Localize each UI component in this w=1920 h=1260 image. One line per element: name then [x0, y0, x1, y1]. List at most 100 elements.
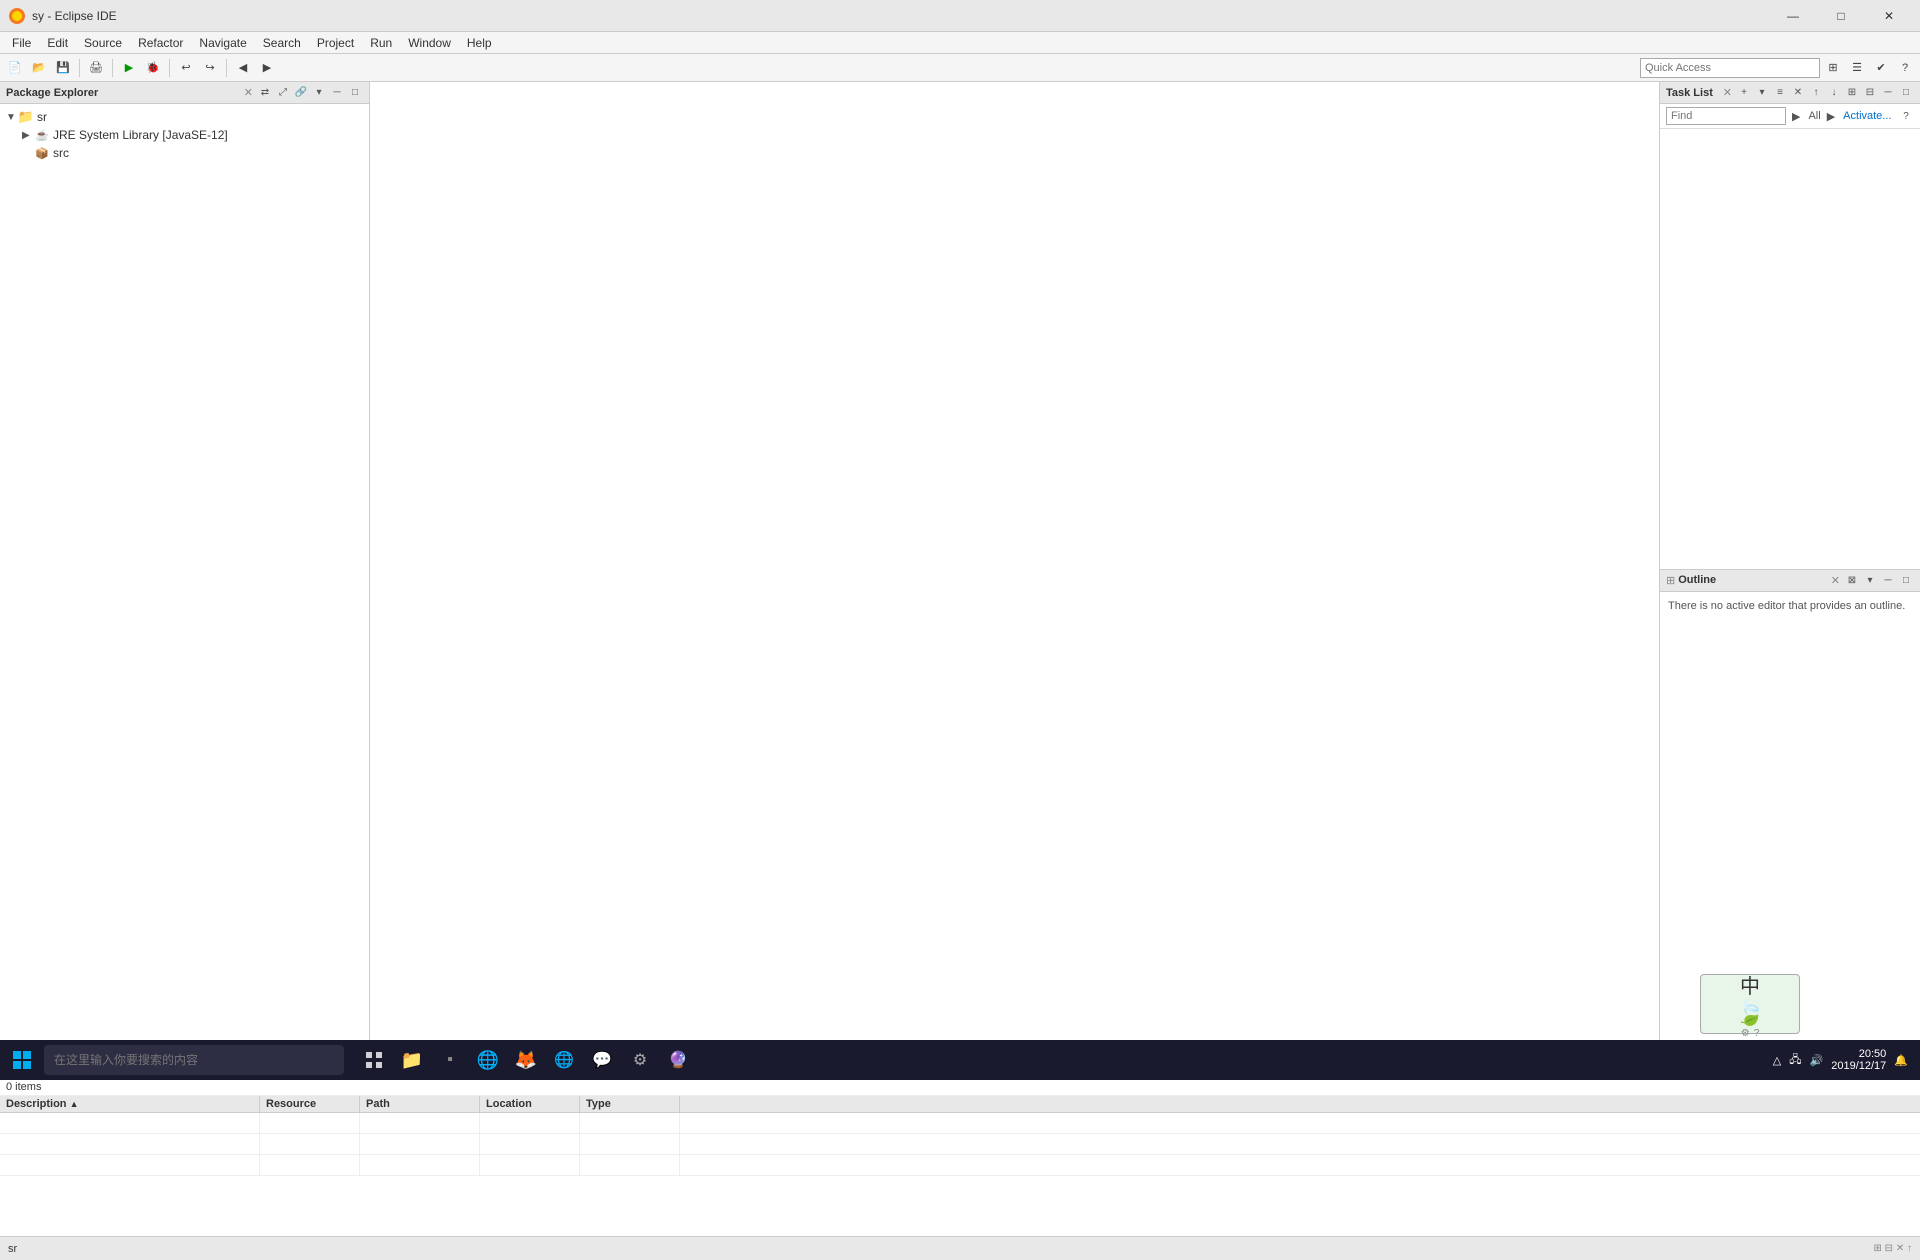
start-button[interactable] — [4, 1042, 40, 1078]
outline-icon-btn-2[interactable]: ▾ — [1862, 572, 1878, 588]
link-editor-button[interactable]: 🔗 — [293, 85, 309, 101]
taskbar-task-view[interactable] — [356, 1042, 392, 1078]
ime-widget[interactable]: 中 🍃 ⚙ ? — [1700, 974, 1800, 1034]
menu-search[interactable]: Search — [255, 34, 309, 52]
package-explorer-close-icon: ✕ — [244, 86, 253, 99]
taskbar-chrome[interactable]: 🌐 — [470, 1042, 506, 1078]
undo-button[interactable]: ↩ — [175, 57, 197, 79]
taskbar-settings[interactable]: ⚙ — [622, 1042, 658, 1078]
col-path[interactable]: Path — [360, 1096, 480, 1112]
help-button[interactable]: ? — [1894, 57, 1916, 79]
navigate-back-button[interactable]: ◀ — [232, 57, 254, 79]
task-help-button[interactable]: ? — [1898, 108, 1914, 124]
wechat-icon: 💬 — [592, 1050, 612, 1070]
menu-edit[interactable]: Edit — [39, 34, 76, 52]
run-button[interactable]: ▶ — [118, 57, 140, 79]
cell-2-desc — [0, 1134, 260, 1154]
task-find-input[interactable] — [1666, 107, 1786, 125]
print-button[interactable]: 🖨 — [85, 57, 107, 79]
open-button[interactable]: 📂 — [28, 57, 50, 79]
taskbar-eclipse[interactable]: 🔮 — [660, 1042, 696, 1078]
app-icon — [8, 7, 26, 25]
task-maximize-button[interactable]: □ — [1898, 85, 1914, 101]
taskbar-wechat[interactable]: 💬 — [584, 1042, 620, 1078]
col-resource[interactable]: Resource — [260, 1096, 360, 1112]
task-icon-btn-8[interactable]: ⊟ — [1862, 85, 1878, 101]
menu-run[interactable]: Run — [362, 34, 400, 52]
ime-settings-icon[interactable]: ⚙ — [1741, 1028, 1750, 1039]
notification-center-icon[interactable]: 🔔 — [1894, 1054, 1908, 1067]
col-type[interactable]: Type — [580, 1096, 680, 1112]
new-button[interactable]: 📄 — [4, 57, 26, 79]
task-icon-btn-4[interactable]: ✕ — [1790, 85, 1806, 101]
menu-window[interactable]: Window — [400, 34, 459, 52]
folder-icon: 📁 — [401, 1050, 423, 1071]
menu-source[interactable]: Source — [76, 34, 130, 52]
menu-project[interactable]: Project — [309, 34, 362, 52]
ime-leaf-icon: 🍃 — [1735, 999, 1765, 1028]
ime-question-icon[interactable]: ? — [1754, 1028, 1760, 1039]
activate-link[interactable]: Activate... — [1843, 110, 1891, 122]
network-icon[interactable]: 🖧 — [1789, 1051, 1801, 1070]
package-explorer-panel: Package Explorer ✕ ⇄ ⤢ 🔗 ▾ ─ □ ▼ 📁 sr ▶ … — [0, 82, 370, 1056]
maximize-button[interactable]: □ — [1818, 0, 1864, 32]
taskbar: 📁 ▪ 🌐 🦊 🌐 💬 ⚙ 🔮 △ 🖧 🔊 20:50 2019/12/17 — [0, 1040, 1920, 1080]
project-tree-item[interactable]: ▼ 📁 sr — [4, 108, 365, 126]
task-list-header: Task List ✕ + ▾ ≡ ✕ ↑ ↓ ⊞ ⊟ ─ □ — [1660, 82, 1920, 104]
editor-area[interactable] — [370, 82, 1660, 1056]
jre-tree-item[interactable]: ▶ ☕ JRE System Library [JavaSE-12] — [20, 126, 365, 144]
jre-icon: ☕ — [34, 127, 50, 143]
quick-access-input[interactable] — [1645, 62, 1815, 74]
outline-icon-btn-1[interactable]: ⊠ — [1844, 572, 1860, 588]
taskbar-file-explorer[interactable]: 📁 — [394, 1042, 430, 1078]
perspectives-button[interactable]: ⊞ — [1822, 57, 1844, 79]
col-description[interactable]: Description ▲ — [0, 1096, 260, 1112]
task-button[interactable]: ✔ — [1870, 57, 1892, 79]
taskbar-firefox[interactable]: 🦊 — [508, 1042, 544, 1078]
minimize-button[interactable]: — — [1770, 0, 1816, 32]
sort-icon: ▲ — [70, 1099, 79, 1109]
task-list-close-icon: ✕ — [1723, 86, 1732, 99]
cell-3-location — [480, 1155, 580, 1175]
cell-2-path — [360, 1134, 480, 1154]
jre-expand-arrow: ▶ — [22, 130, 34, 141]
outline-title: Outline — [1678, 574, 1831, 586]
task-list-header-icons: + ▾ ≡ ✕ ↑ ↓ ⊞ ⊟ ─ □ — [1736, 85, 1914, 101]
open-perspective-button[interactable]: ☰ — [1846, 57, 1868, 79]
task-icon-btn-3[interactable]: ≡ — [1772, 85, 1788, 101]
collapse-all-button[interactable]: ⤢ — [275, 85, 291, 101]
menu-help[interactable]: Help — [459, 34, 500, 52]
redo-button[interactable]: ↪ — [199, 57, 221, 79]
src-tree-item[interactable]: ▶ 📦 src — [20, 144, 365, 162]
maximize-panel-button[interactable]: □ — [347, 85, 363, 101]
minimize-panel-button[interactable]: ─ — [329, 85, 345, 101]
menu-file[interactable]: File — [4, 34, 39, 52]
navigate-forward-button[interactable]: ▶ — [256, 57, 278, 79]
taskbar-browser2[interactable]: 🌐 — [546, 1042, 582, 1078]
outline-maximize-button[interactable]: □ — [1898, 572, 1914, 588]
volume-icon[interactable]: 🔊 — [1810, 1054, 1824, 1067]
task-icon-btn-6[interactable]: ↓ — [1826, 85, 1842, 101]
taskbar-terminal[interactable]: ▪ — [432, 1042, 468, 1078]
taskbar-search-input[interactable] — [44, 1045, 344, 1075]
sync-button[interactable]: ⇄ — [257, 85, 273, 101]
outline-minimize-button[interactable]: ─ — [1880, 572, 1896, 588]
outline-header: ⊞ Outline ✕ ⊠ ▾ ─ □ — [1660, 570, 1920, 592]
project-icon: 📁 — [18, 109, 34, 125]
task-new-button[interactable]: + — [1736, 85, 1752, 101]
close-button[interactable]: ✕ — [1866, 0, 1912, 32]
task-icon-btn-7[interactable]: ⊞ — [1844, 85, 1860, 101]
notification-icon[interactable]: △ — [1773, 1054, 1781, 1067]
task-icon-btn-5[interactable]: ↑ — [1808, 85, 1824, 101]
save-button[interactable]: 💾 — [52, 57, 74, 79]
menu-navigate[interactable]: Navigate — [191, 34, 254, 52]
menu-refactor[interactable]: Refactor — [130, 34, 191, 52]
quick-access-container — [1640, 58, 1820, 78]
task-icon-btn-2[interactable]: ▾ — [1754, 85, 1770, 101]
ime-character: 中 — [1740, 970, 1760, 999]
main-layout: Package Explorer ✕ ⇄ ⤢ 🔗 ▾ ─ □ ▼ 📁 sr ▶ … — [0, 82, 1920, 1056]
task-minimize-button[interactable]: ─ — [1880, 85, 1896, 101]
view-menu-button[interactable]: ▾ — [311, 85, 327, 101]
debug-button[interactable]: 🐞 — [142, 57, 164, 79]
col-location[interactable]: Location — [480, 1096, 580, 1112]
